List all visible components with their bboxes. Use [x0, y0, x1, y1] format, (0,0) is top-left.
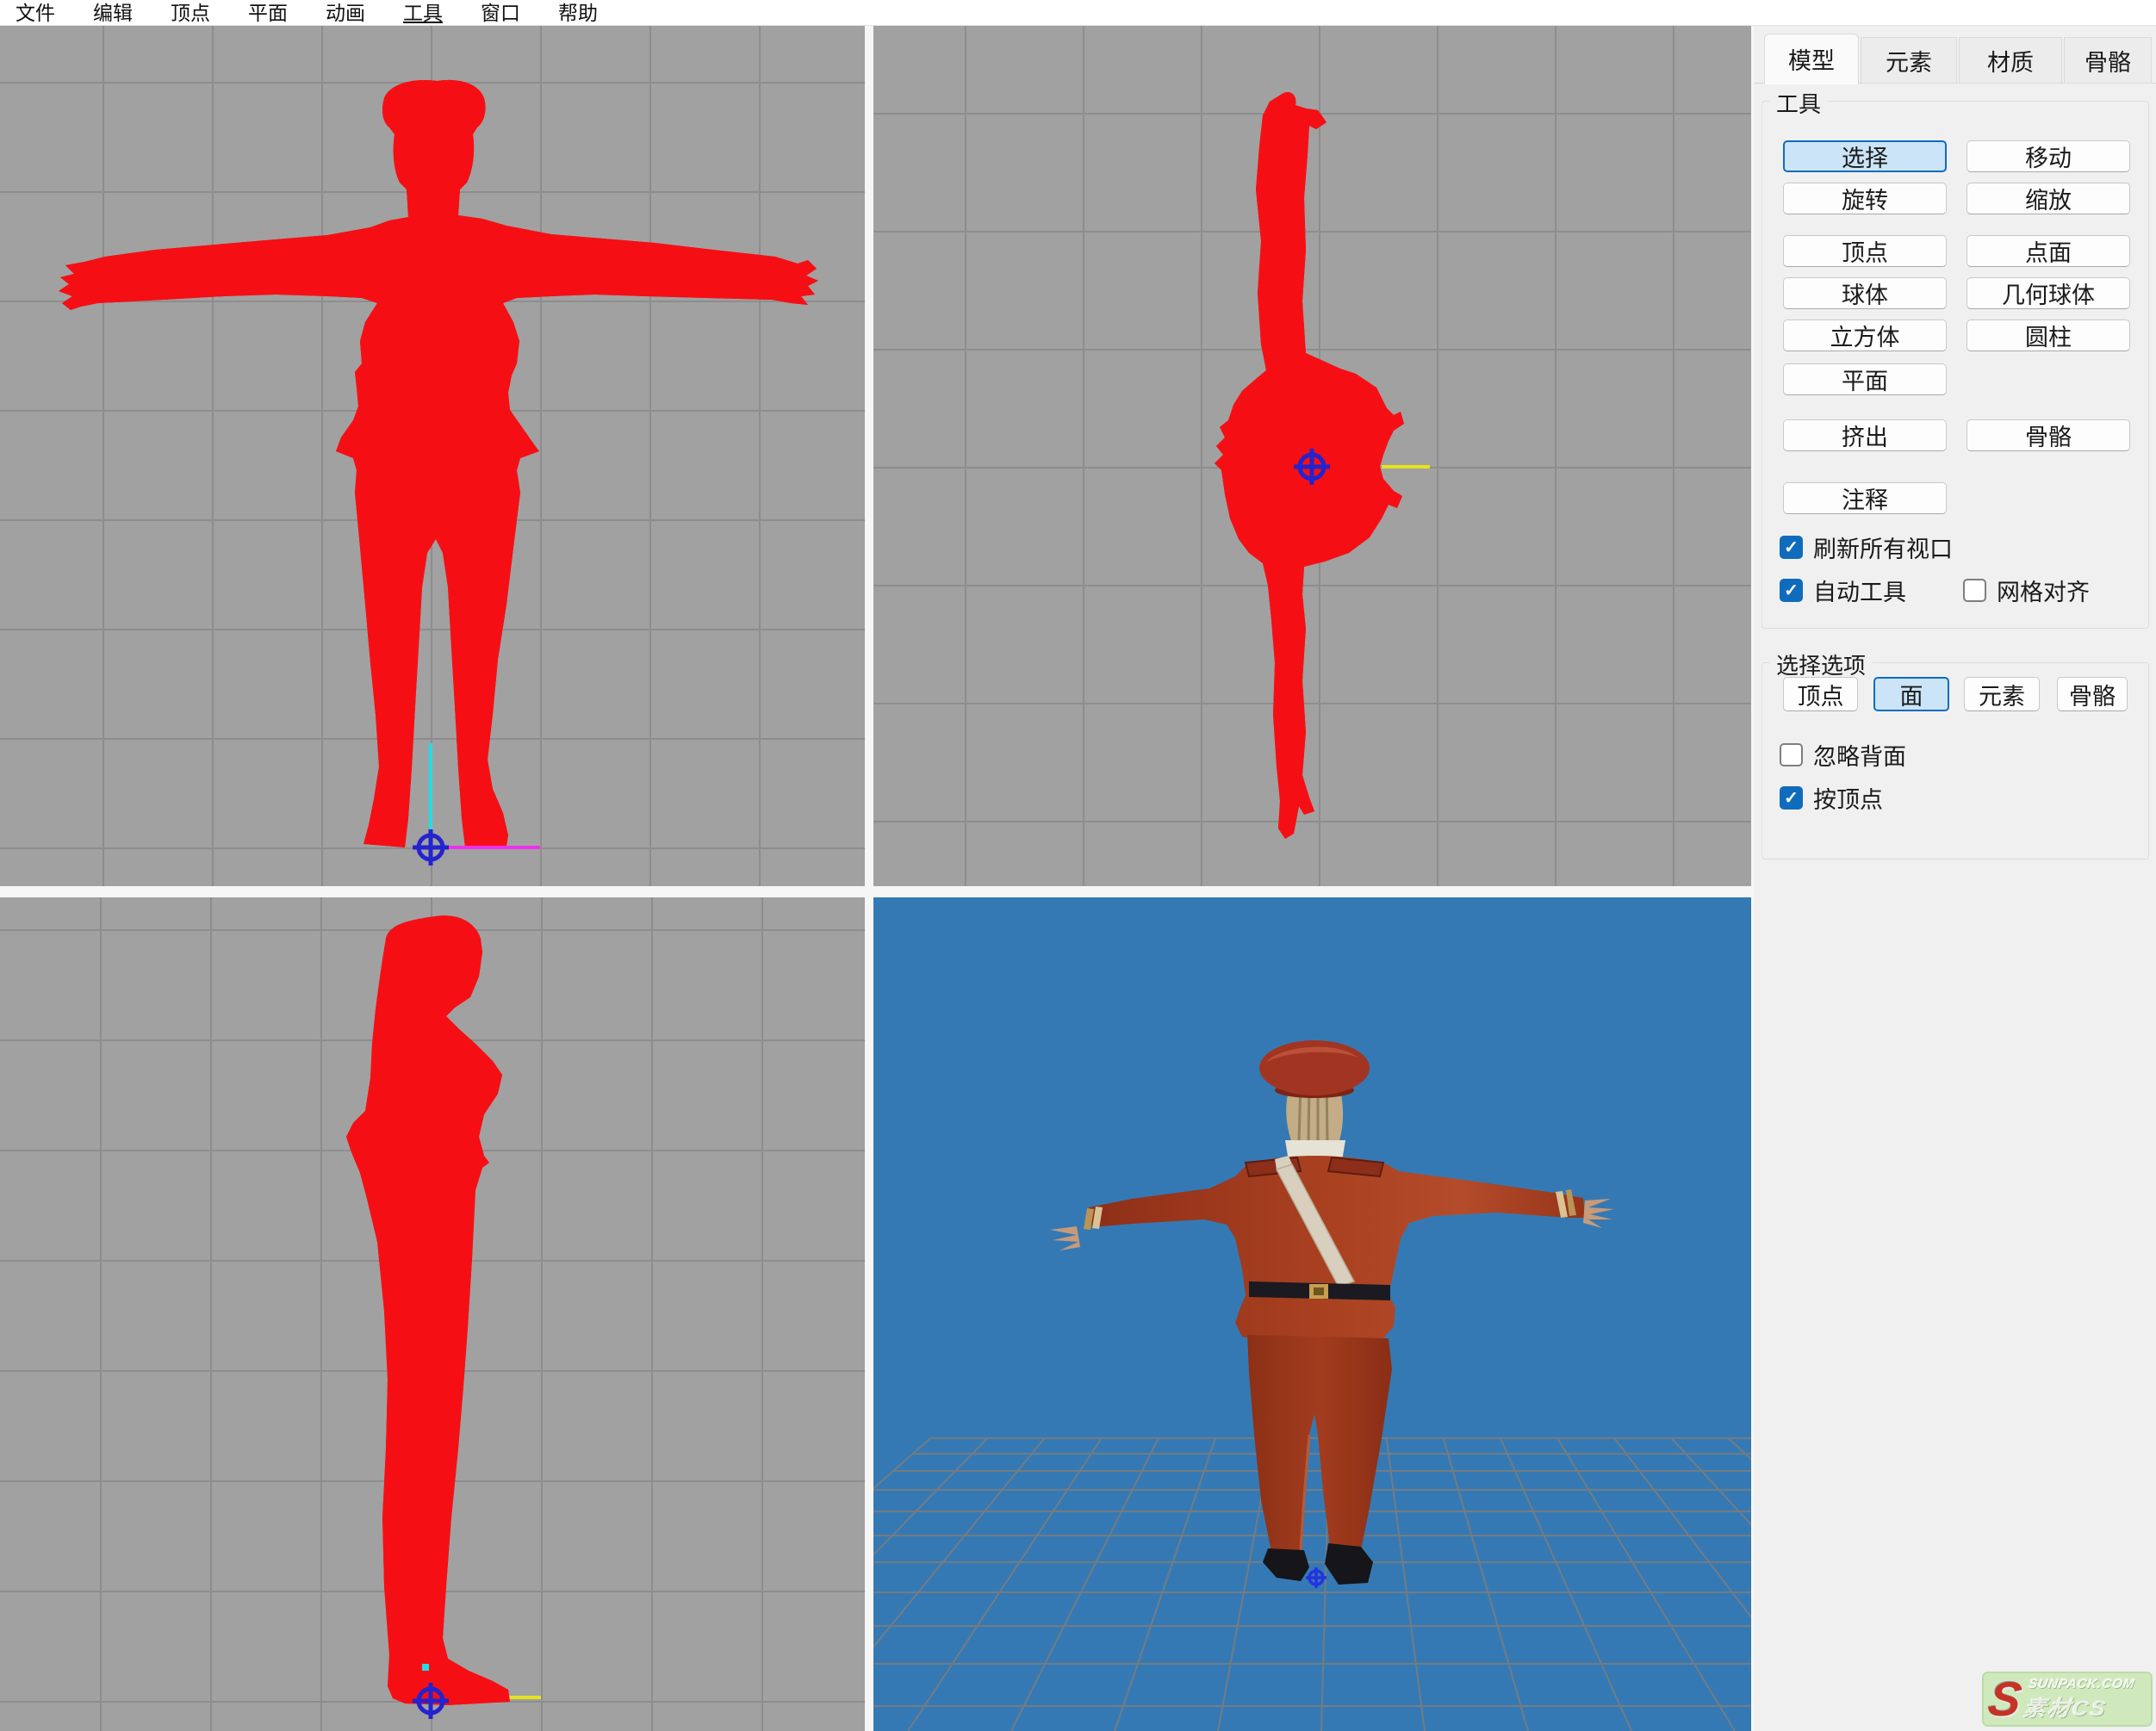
selectmode-sel-face-button[interactable]: 面: [1873, 677, 1949, 711]
tool-box-button[interactable]: 立方体: [1783, 320, 1947, 351]
menu-animate[interactable]: 动画: [319, 0, 372, 26]
tool-joint-button[interactable]: 骨骼: [1966, 419, 2130, 451]
viewport-front[interactable]: [0, 26, 865, 886]
checked-checkbox-icon[interactable]: ✓: [1780, 786, 1803, 810]
checkbox-label: 网格对齐: [1997, 574, 2090, 607]
checkbox-grid-snap[interactable]: 网格对齐: [1963, 574, 2090, 607]
checked-checkbox-icon[interactable]: ✓: [1780, 536, 1803, 559]
checkbox-ignore-backfaces[interactable]: 忽略背面: [1780, 738, 1906, 772]
selectmode-sel-joint-button[interactable]: 骨骼: [2057, 677, 2128, 711]
shoe-left: [1263, 1548, 1309, 1581]
viewport-top[interactable]: [873, 26, 1751, 886]
front-wireframe-canvas: [0, 26, 865, 886]
side-wireframe-canvas: [0, 897, 865, 1731]
origin-marker-3d: [1306, 1567, 1327, 1588]
menu-face[interactable]: 平面: [241, 0, 295, 26]
pants: [1247, 1335, 1392, 1552]
tool-select-button[interactable]: 选择: [1783, 140, 1947, 172]
hand-left: [1050, 1226, 1080, 1250]
menu-help[interactable]: 帮助: [551, 0, 605, 26]
menubar: 文件编辑顶点平面动画工具窗口帮助: [0, 0, 2156, 26]
shoe-right: [1325, 1543, 1373, 1585]
unchecked-checkbox-icon[interactable]: [1780, 743, 1803, 766]
milkshape3d-window: 文件编辑顶点平面动画工具窗口帮助: [0, 0, 2156, 1731]
menu-window[interactable]: 窗口: [474, 0, 527, 26]
checkbox-label: 忽略背面: [1813, 738, 1906, 772]
selected-vertex-mark: [422, 1664, 429, 1671]
checkbox-auto-tool[interactable]: ✓ 自动工具: [1780, 574, 1906, 607]
tab-groups[interactable]: 元素: [1861, 37, 1957, 84]
tool-cylinder-button[interactable]: 圆柱: [1966, 320, 2130, 351]
tab-joints[interactable]: 骨骼: [2064, 37, 2152, 84]
tool-panel: 模型元素材质骨骼 工具 选择移动旋转缩放顶点点面球体几何球体立方体圆柱平面挤出骨…: [1754, 26, 2156, 1731]
menu-vertex[interactable]: 顶点: [164, 0, 217, 26]
selectmode-sel-vertex-button[interactable]: 顶点: [1783, 677, 1858, 711]
tool-extrude-button[interactable]: 挤出: [1783, 419, 1947, 451]
3d-canvas: [873, 897, 1751, 1731]
selectmode-sel-group-button[interactable]: 元素: [1964, 677, 2040, 711]
watermark-url: SUNPACK.COM: [2028, 1677, 2136, 1691]
checkbox-redraw-all-viewports[interactable]: ✓ 刷新所有视口: [1780, 530, 1953, 564]
checkbox-label: 按顶点: [1813, 781, 1883, 815]
tool-sphere-button[interactable]: 球体: [1783, 277, 1947, 309]
watermark-s-icon: S: [1985, 1675, 2024, 1723]
menu-edit[interactable]: 编辑: [86, 0, 140, 26]
checked-checkbox-icon[interactable]: ✓: [1780, 579, 1803, 602]
checkbox-label: 刷新所有视口: [1813, 530, 1953, 564]
checkbox-by-vertex[interactable]: ✓ 按顶点: [1780, 781, 1883, 815]
menu-tools[interactable]: 工具: [396, 0, 450, 26]
tab-materials[interactable]: 材质: [1959, 37, 2062, 84]
viewport-side[interactable]: [0, 897, 865, 1731]
watermark-brand: 素材CS: [2022, 1691, 2134, 1722]
tool-geosphere-button[interactable]: 几何球体: [1966, 277, 2130, 309]
tool-face-button[interactable]: 点面: [1966, 235, 2130, 267]
hand-right: [1583, 1199, 1614, 1228]
tools-group-title: 工具: [1769, 87, 1828, 119]
tool-rotate-button[interactable]: 旋转: [1783, 183, 1947, 214]
origin-marker: [413, 829, 449, 866]
tab-model[interactable]: 模型: [1764, 34, 1859, 84]
select-options-title: 选择选项: [1769, 648, 1873, 680]
checkbox-label: 自动工具: [1813, 574, 1906, 607]
tool-comment-button[interactable]: 注释: [1783, 482, 1947, 514]
tool-move-button[interactable]: 移动: [1966, 140, 2130, 172]
tool-vertex-button[interactable]: 顶点: [1783, 235, 1947, 267]
unchecked-checkbox-icon[interactable]: [1963, 579, 1986, 602]
top-wireframe-canvas: [873, 26, 1751, 886]
menu-file[interactable]: 文件: [9, 0, 62, 26]
watermark-logo: S SUNPACK.COM 素材CS: [1982, 1672, 2153, 1727]
tool-scale-button[interactable]: 缩放: [1966, 183, 2130, 214]
viewport-3d[interactable]: [873, 897, 1751, 1731]
tool-plane-button[interactable]: 平面: [1783, 363, 1947, 395]
